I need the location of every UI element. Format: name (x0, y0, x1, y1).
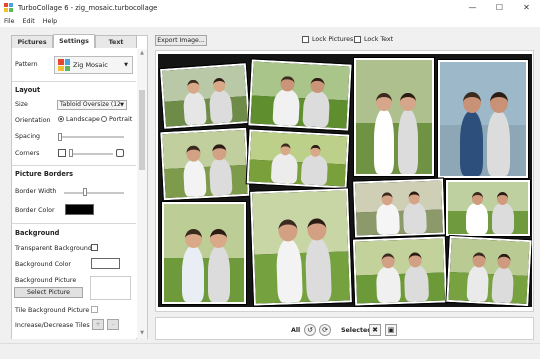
divider (12, 165, 136, 166)
increase-tiles-button[interactable]: + (92, 319, 104, 330)
lock-pictures-option[interactable]: Lock Pictures (302, 36, 353, 43)
orientation-portrait-option[interactable]: Portrait (101, 116, 132, 123)
collage-photo[interactable] (245, 128, 351, 190)
collage-photo[interactable] (445, 179, 531, 237)
landscape-label: Landscape (66, 116, 100, 123)
lock-pictures-label: Lock Pictures (312, 36, 354, 43)
lock-text-option[interactable]: Lock Text (354, 36, 393, 43)
bg-color-label: Background Color (15, 261, 72, 268)
spacing-slider[interactable] (58, 133, 62, 141)
collage-photo[interactable] (249, 187, 353, 307)
bg-picture-preview (90, 276, 131, 300)
corners-slider-track (69, 153, 113, 155)
tab-text[interactable]: Text (95, 35, 137, 48)
layout-heading: Layout (15, 86, 41, 94)
picture-borders-heading: Picture Borders (15, 170, 74, 178)
scroll-down-icon[interactable]: ▼ (138, 330, 146, 338)
tab-pictures[interactable]: Pictures (11, 35, 53, 48)
selected-label: Selected (341, 327, 372, 334)
transparent-bg-checkbox[interactable] (91, 244, 98, 251)
border-color-swatch[interactable] (65, 204, 94, 215)
maximize-icon[interactable]: ☐ (486, 0, 513, 15)
pattern-label: Pattern (15, 61, 38, 68)
lock-text-label: Lock Text (364, 36, 394, 43)
orientation-landscape-option[interactable]: Landscape (58, 116, 100, 123)
decrease-tiles-button[interactable]: - (107, 319, 119, 330)
size-value: Tabloid Oversize (12 (60, 101, 121, 108)
divider (12, 223, 136, 224)
scrollbar-thumb[interactable] (139, 90, 145, 170)
background-heading: Background (15, 229, 60, 237)
export-image-button[interactable]: Export Image... (155, 35, 207, 46)
border-width-slider-track (64, 192, 124, 194)
delete-selected-icon[interactable]: ✖ (369, 324, 381, 336)
border-width-slider[interactable] (83, 188, 87, 196)
bottom-toolbar: All ↺ ⟳ Selected ✖ ▣ (155, 317, 534, 340)
collage-photo[interactable] (351, 235, 449, 307)
chevron-down-icon: ▼ (124, 62, 128, 68)
app-logo-icon (4, 3, 13, 12)
border-color-label: Border Color (15, 207, 55, 214)
collage-photo[interactable] (158, 61, 252, 131)
square-corners-icon[interactable] (58, 149, 66, 157)
close-icon[interactable]: ✕ (513, 0, 540, 15)
lock-text-checkbox[interactable] (354, 36, 361, 43)
shuffle-all-icon[interactable]: ↺ (304, 324, 316, 336)
spacing-slider-track (58, 136, 124, 138)
tile-bg-checkbox[interactable] (91, 306, 98, 313)
scroll-up-icon[interactable]: ▲ (138, 50, 146, 58)
window-controls: — ☐ ✕ (459, 0, 540, 15)
bg-color-swatch[interactable] (91, 258, 120, 269)
window-title: TurboCollage 6 - zig_mosaic.turbocollage (18, 3, 158, 12)
divider (12, 81, 136, 82)
minimize-icon[interactable]: — (459, 0, 486, 15)
menu-edit[interactable]: Edit (23, 18, 35, 25)
status-bar (0, 343, 540, 359)
all-label: All (291, 327, 301, 334)
corners-slider[interactable] (69, 149, 73, 157)
bg-picture-label: Background Picture (15, 277, 77, 284)
collage-mosaic (158, 54, 532, 307)
tab-settings[interactable]: Settings (53, 34, 95, 48)
menu-help[interactable]: Help (43, 18, 57, 25)
portrait-label: Portrait (109, 116, 133, 123)
collage-photo[interactable] (352, 177, 446, 239)
pattern-value: Zig Mosaic (73, 61, 108, 69)
spacing-label: Spacing (15, 133, 41, 140)
collage-photo[interactable] (445, 234, 532, 307)
landscape-radio[interactable] (58, 116, 64, 122)
chevron-down-icon: ▼ (120, 102, 124, 108)
collage-photo[interactable] (159, 126, 251, 202)
size-label: Size (15, 101, 28, 108)
menu-file[interactable]: File (4, 18, 15, 25)
tile-bg-label: Tile Background Picture (15, 307, 90, 314)
rounded-corners-icon[interactable] (116, 149, 124, 157)
collage-photo[interactable] (437, 59, 529, 179)
corners-label: Corners (15, 150, 40, 157)
lock-pictures-checkbox[interactable] (302, 36, 309, 43)
menu-bar: File Edit Help (0, 15, 540, 27)
inc-dec-tiles-label: Increase/Decrease Tiles (15, 322, 90, 329)
select-picture-button[interactable]: Select Picture (14, 287, 83, 298)
size-select[interactable]: Tabloid Oversize (12 ▼ (57, 100, 127, 110)
title-bar: TurboCollage 6 - zig_mosaic.turbocollage… (0, 0, 540, 15)
portrait-radio[interactable] (101, 116, 107, 122)
zig-mosaic-icon (58, 59, 70, 71)
collage-photo[interactable] (353, 57, 435, 177)
panel-tabs: Pictures Settings Text (11, 34, 137, 48)
border-width-label: Border Width (15, 188, 57, 195)
transparent-bg-label: Transparent Background (15, 245, 92, 252)
collage-photo[interactable] (247, 58, 353, 132)
image-selected-icon[interactable]: ▣ (385, 324, 397, 336)
pattern-select[interactable]: Zig Mosaic ▼ (54, 56, 133, 74)
refresh-all-icon[interactable]: ⟳ (319, 324, 331, 336)
collage-photo[interactable] (161, 201, 247, 305)
orientation-label: Orientation (15, 117, 51, 124)
settings-content: Pattern Zig Mosaic ▼ Layout Size Tabloid… (12, 49, 136, 339)
